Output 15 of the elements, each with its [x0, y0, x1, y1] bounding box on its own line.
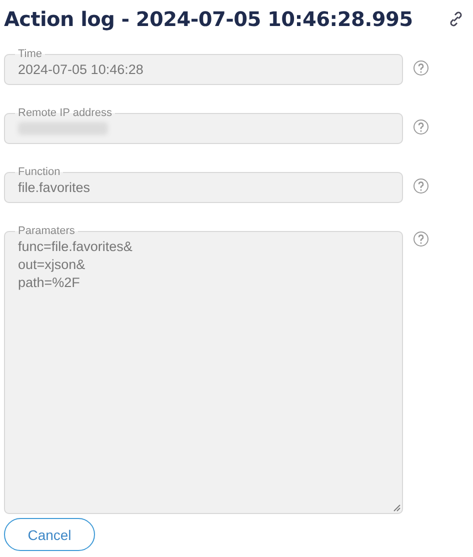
field-value: func=file.favorites& out=xjson& path=%2F	[18, 238, 134, 292]
help-icon[interactable]	[413, 178, 429, 194]
cancel-button[interactable]: Cancel	[4, 518, 95, 551]
help-icon[interactable]	[413, 231, 429, 247]
field-value: file.favorites	[18, 179, 92, 197]
help-icon[interactable]	[413, 119, 429, 135]
dialog-title: Action log - 2024-07-05 10:46:28.995	[4, 7, 413, 31]
link-icon[interactable]	[448, 11, 464, 27]
field-value: 2024-07-05 10:46:28	[18, 61, 144, 79]
text-field[interactable]: Time 2024-07-05 10:46:28	[4, 48, 403, 85]
parameters-textarea[interactable]: Paramaters func=file.favorites& out=xjson& path=%2F	[4, 225, 403, 514]
text-field[interactable]: Function file.favorites	[4, 166, 403, 203]
help-icon[interactable]	[413, 60, 429, 76]
text-field[interactable]: Remote IP address	[4, 107, 403, 144]
resize-grip-icon[interactable]	[393, 504, 401, 512]
